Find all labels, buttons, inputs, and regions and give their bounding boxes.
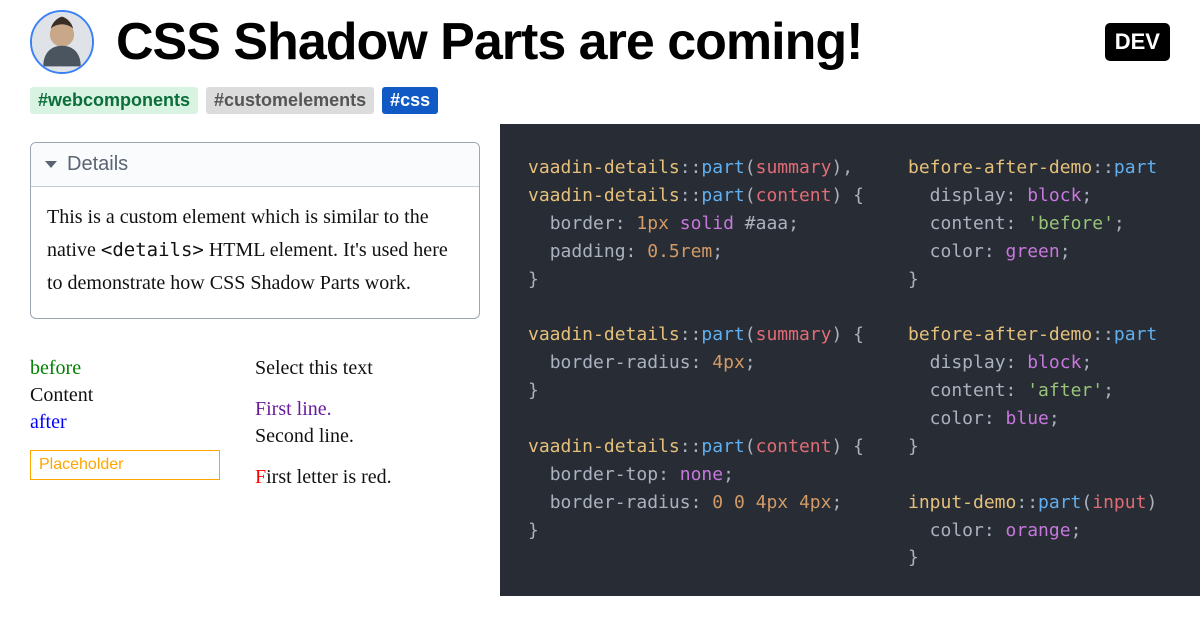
text-demos: Select this text First line. Second line… <box>255 355 480 491</box>
pseudo-before: before <box>30 355 255 382</box>
tag-webcomponents[interactable]: #webcomponents <box>30 87 198 114</box>
details-summary[interactable]: Details <box>31 143 479 187</box>
pseudo-after: after <box>30 409 255 436</box>
author-avatar <box>30 10 94 74</box>
second-line-demo: Second line. <box>255 423 480 450</box>
before-after-demo: before Content after Placeholder <box>30 355 255 491</box>
demo-content-text: Content <box>30 382 255 409</box>
first-letter: F <box>255 466 266 488</box>
first-line-demo: First line. <box>255 396 480 423</box>
first-letter-demo: First letter is red. <box>255 464 480 491</box>
placeholder-input[interactable]: Placeholder <box>30 450 220 480</box>
dev-badge: DEV <box>1105 23 1170 61</box>
article-title: CSS Shadow Parts are coming! <box>116 12 1105 72</box>
details-code: <details> <box>101 239 204 261</box>
tag-row: #webcomponents #customelements #css <box>0 79 1200 124</box>
details-summary-label: Details <box>67 153 128 176</box>
code-block: vaadin-details::part(summary), vaadin-de… <box>500 124 1200 596</box>
first-letter-rest: irst letter is red. <box>266 466 392 488</box>
details-content: This is a custom element which is simila… <box>31 187 479 318</box>
details-widget: Details This is a custom element which i… <box>30 142 480 319</box>
selection-demo[interactable]: Select this text <box>255 355 480 382</box>
tag-customelements[interactable]: #customelements <box>206 87 374 114</box>
tag-css[interactable]: #css <box>382 87 438 114</box>
chevron-down-icon <box>45 161 57 168</box>
